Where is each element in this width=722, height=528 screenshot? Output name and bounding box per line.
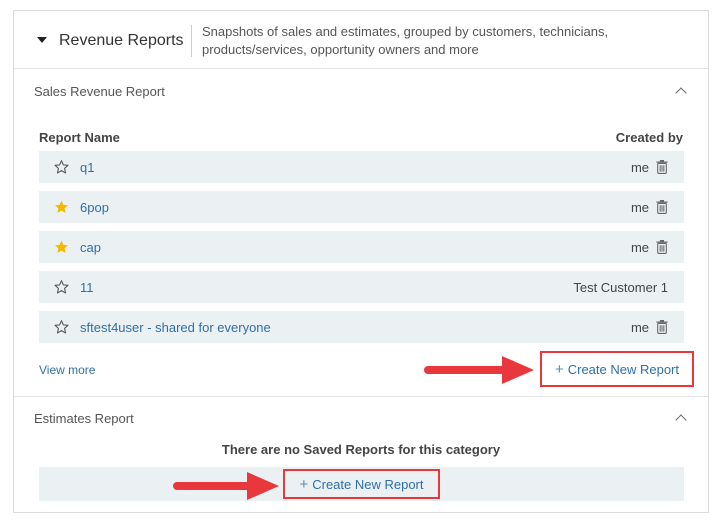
annotation-arrow-icon bbox=[173, 472, 279, 500]
header-divider bbox=[191, 25, 192, 57]
plus-icon: + bbox=[299, 475, 309, 493]
caret-down-icon[interactable] bbox=[37, 37, 47, 43]
panel-title: Revenue Reports bbox=[59, 32, 184, 49]
table-row[interactable]: q1 me bbox=[39, 151, 684, 183]
view-more-link[interactable]: View more bbox=[39, 363, 95, 377]
star-outline-icon[interactable] bbox=[53, 319, 70, 335]
create-new-report-label: Create New Report bbox=[567, 361, 680, 377]
section-divider bbox=[14, 396, 708, 397]
report-name-link[interactable]: 11 bbox=[80, 280, 94, 295]
column-header-report-name: Report Name bbox=[39, 130, 120, 145]
star-outline-icon[interactable] bbox=[53, 159, 70, 175]
table-row[interactable]: 6pop me bbox=[39, 191, 684, 223]
report-name-link[interactable]: cap bbox=[80, 240, 101, 255]
create-new-sales-report-button[interactable]: + Create New Report bbox=[540, 351, 694, 387]
estimates-section-title: Estimates Report bbox=[34, 411, 134, 426]
chevron-up-icon[interactable] bbox=[675, 87, 687, 99]
report-name-link[interactable]: sftest4user - shared for everyone bbox=[80, 320, 271, 335]
column-header-created-by: Created by bbox=[615, 130, 683, 145]
report-owner: me bbox=[630, 160, 649, 175]
star-filled-icon[interactable] bbox=[53, 199, 70, 215]
table-row[interactable]: cap me bbox=[39, 231, 684, 263]
table-row[interactable]: 11 Test Customer 1 bbox=[39, 271, 684, 303]
plus-icon: + bbox=[554, 360, 564, 378]
trash-icon[interactable] bbox=[656, 320, 668, 334]
star-filled-icon[interactable] bbox=[53, 239, 70, 255]
chevron-up-icon[interactable] bbox=[675, 414, 687, 426]
report-owner: Test Customer 1 bbox=[573, 280, 668, 295]
report-name-link[interactable]: 6pop bbox=[80, 200, 109, 215]
report-owner: me bbox=[630, 200, 649, 215]
create-new-estimates-report-button[interactable]: + Create New Report bbox=[283, 469, 440, 499]
annotation-arrow-icon bbox=[424, 356, 534, 384]
report-owner: me bbox=[630, 320, 649, 335]
create-new-report-label: Create New Report bbox=[312, 476, 424, 492]
empty-reports-message: There are no Saved Reports for this cate… bbox=[221, 442, 501, 457]
trash-icon[interactable] bbox=[656, 160, 668, 174]
star-outline-icon[interactable] bbox=[53, 279, 70, 295]
revenue-reports-header[interactable]: Revenue Reports Snapshots of sales and e… bbox=[14, 11, 708, 69]
trash-icon[interactable] bbox=[656, 200, 668, 214]
table-row[interactable]: sftest4user - shared for everyone me bbox=[39, 311, 684, 343]
report-owner: me bbox=[630, 240, 649, 255]
trash-icon[interactable] bbox=[656, 240, 668, 254]
panel-description: Snapshots of sales and estimates, groupe… bbox=[202, 24, 609, 57]
sales-section-title: Sales Revenue Report bbox=[34, 84, 165, 99]
revenue-reports-panel: Revenue Reports Snapshots of sales and e… bbox=[13, 10, 709, 513]
report-name-link[interactable]: q1 bbox=[80, 160, 94, 175]
